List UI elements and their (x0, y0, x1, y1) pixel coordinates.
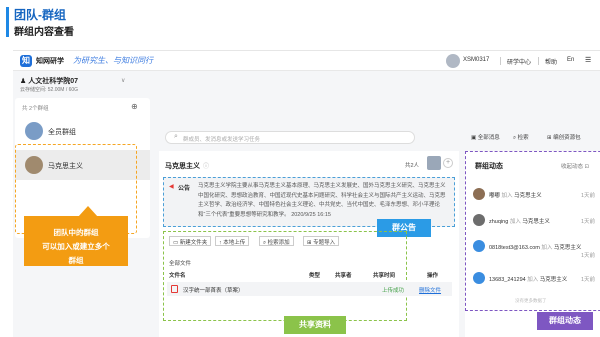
collapse-activity-button[interactable]: 收起动态 ⊡ (561, 162, 589, 170)
top-bar: 知 知网研学 为研究生、与知识同行 XSM0317 研学中心 帮助 En ☰ (13, 51, 600, 71)
avatar (473, 214, 485, 226)
slogan: 为研究生、与知识同行 (73, 56, 153, 65)
topic-import-label: 专题导入 (313, 240, 336, 246)
org-icon: ♟ (20, 78, 27, 85)
new-folder-label: 新建文件夹 (179, 240, 208, 246)
info-icon[interactable]: ⓘ (203, 161, 209, 170)
topic-import-button[interactable]: ⊞ 专题导入 (303, 236, 340, 246)
table-row[interactable]: 汉字统一部首表（草案） 上传成功 删除文件 (167, 282, 452, 296)
resource-pack-button[interactable]: ⊞ 编创资源包 (547, 133, 581, 141)
all-messages-label: 全部消息 (477, 135, 500, 141)
search-icon: ⌕ (174, 133, 178, 140)
group-avatar (25, 122, 43, 140)
pdf-file-icon (171, 285, 178, 293)
title-accent-bar (6, 7, 9, 37)
activity-time: 1天前 (581, 277, 596, 283)
search-label: 检索 (517, 135, 529, 141)
logo-icon: 知 (20, 55, 32, 67)
add-group-icon[interactable]: ⊕ (131, 102, 138, 111)
chevron-down-icon[interactable]: ∨ (121, 77, 125, 84)
logo-text[interactable]: 知网研学 (36, 56, 64, 66)
user-avatar[interactable] (446, 54, 460, 68)
storage-space: 云存储空间: 52.00M / 60G (20, 87, 79, 93)
col-header-type: 类型 (309, 273, 321, 279)
all-messages-button[interactable]: ▣ 全部消息 (471, 133, 500, 141)
org-name-label: 人文社科学院07 (28, 78, 79, 85)
shared-files-tag: 共享资料 (284, 316, 346, 334)
app-window: 知 知网研学 为研究生、与知识同行 XSM0317 研学中心 帮助 En ☰ ♟… (13, 50, 600, 337)
activity-time: 1天前 (581, 193, 596, 199)
all-files-label: 全部文件 (169, 261, 192, 267)
activity-verb: 加入 (501, 193, 513, 199)
activity-time: 1天前 (581, 219, 596, 225)
nav-help[interactable]: 帮助 (545, 57, 557, 66)
group-item-all[interactable]: 全员群组 (15, 116, 150, 146)
group-content-panel: 马克思主义 ⓘ 共2人 + ◀ 公告 马克思主义学院主要从事马克思主义基本原理、… (159, 151, 459, 337)
col-header-filename: 文件名 (169, 273, 186, 279)
activity-verb: 加入 (527, 277, 539, 283)
activity-panel: 群组动态 收起动态 ⊡ 嘟嘟 加入 马克思主义 1天前 zhuqing 加入 马… (465, 151, 600, 337)
callout-line-3: 群组 (68, 256, 84, 265)
groups-callout: 团队中的群组 可以加入或建立多个 群组 (24, 216, 128, 266)
activity-target[interactable]: 马克思主义 (522, 219, 550, 225)
list-item: 0818test3@163.com 加入 马克思主义 1天前 (465, 237, 600, 261)
upload-status: 上传成功 (382, 288, 405, 294)
local-upload-button[interactable]: ↑ 本地上传 (215, 236, 250, 246)
file-name[interactable]: 汉字统一部首表（草案） (183, 286, 244, 294)
callout-line-1: 团队中的群组 (53, 228, 99, 237)
nav-divider (538, 57, 539, 65)
activity-target[interactable]: 马克思主义 (514, 193, 542, 199)
nav-study-center[interactable]: 研学中心 (507, 57, 531, 66)
delete-file-link[interactable]: 删除文件 (419, 286, 441, 294)
avatar (473, 272, 485, 284)
resource-pack-label: 编创资源包 (553, 135, 581, 141)
group-count: 共 2个群组 (22, 106, 49, 112)
group-title: 马克思主义 (165, 163, 200, 170)
list-item: zhuqing 加入 马克思主义 1天前 (465, 211, 600, 235)
col-header-action: 操作 (427, 273, 439, 279)
search-placeholder: 群成员、发消息或发送学习任务 (183, 137, 261, 143)
activity-target[interactable]: 马克思主义 (540, 277, 568, 283)
activity-verb: 加入 (509, 219, 521, 225)
col-header-time: 共享时间 (373, 273, 396, 279)
avatar (473, 240, 485, 252)
avatar (473, 188, 485, 200)
search-input[interactable]: ⌕ 群成员、发消息或发送学习任务 (165, 131, 415, 144)
activity-user[interactable]: zhuqing (489, 219, 508, 225)
search-add-label: 检索添加 (267, 240, 290, 246)
speaker-icon: ◀ (169, 184, 174, 190)
add-member-icon[interactable]: + (443, 158, 453, 168)
list-item: 13683_241294 加入 马克思主义 1天前 (465, 269, 600, 293)
nav-divider (500, 57, 501, 65)
activity-user[interactable]: 13683_241294 (489, 277, 526, 283)
local-upload-label: 本地上传 (223, 240, 246, 246)
slide-subtitle: 群组内容查看 (14, 27, 74, 38)
nav-language[interactable]: En (567, 57, 574, 63)
activity-title: 群组动态 (475, 163, 503, 170)
callout-line-2: 可以加入或建立多个 (42, 242, 110, 251)
new-folder-button[interactable]: ▭ 新建文件夹 (169, 236, 212, 246)
activity-time: 1天前 (581, 253, 596, 259)
slide-title: 团队-群组 (14, 8, 66, 22)
user-id[interactable]: XSM0317 (463, 57, 489, 63)
activity-verb: 加入 (541, 245, 553, 251)
no-more-data: 没有更多数据了 (515, 298, 547, 303)
activity-user[interactable]: 0818test3@163.com (489, 245, 540, 251)
member-avatar[interactable] (427, 156, 441, 170)
collapse-activity-label: 收起动态 (561, 164, 584, 170)
list-item: 嘟嘟 加入 马克思主义 1天前 (465, 185, 600, 209)
col-header-sharer: 共享者 (335, 273, 352, 279)
announcement-text: 马克思主义学院主要从事马克思主义基本原理、马克思主义发展史、国外马克思主义研究、… (198, 183, 446, 218)
menu-icon[interactable]: ☰ (585, 56, 591, 64)
org-name[interactable]: ♟ 人文社科学院07 (20, 76, 78, 86)
group-name: 全员群组 (48, 129, 76, 136)
announcement-label: 公告 (178, 186, 191, 192)
search-button[interactable]: ⌕ 检索 (513, 133, 529, 142)
search-add-button[interactable]: ⌕ 检索添加 (259, 236, 294, 246)
activity-user[interactable]: 嘟嘟 (489, 193, 500, 199)
activity-target[interactable]: 马克思主义 (554, 245, 582, 251)
activity-tag: 群组动态 (537, 312, 593, 330)
member-count[interactable]: 共2人 (405, 161, 419, 169)
